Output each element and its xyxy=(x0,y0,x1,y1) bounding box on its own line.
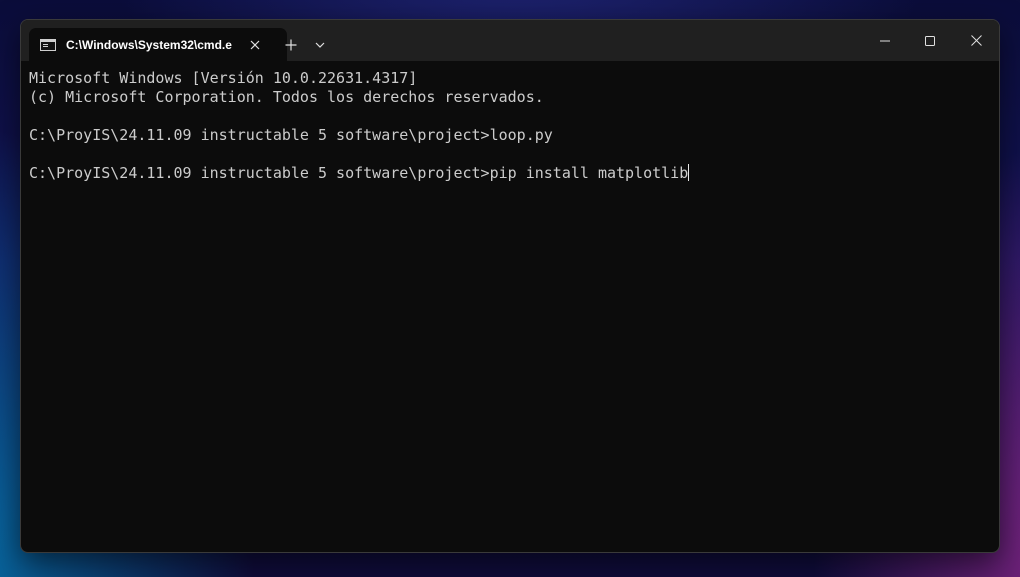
new-tab-button[interactable] xyxy=(279,28,303,61)
close-button[interactable] xyxy=(953,20,999,61)
text-cursor xyxy=(688,164,690,181)
close-icon xyxy=(970,35,982,46)
tab-dropdown-button[interactable] xyxy=(309,28,331,61)
console-output[interactable]: Microsoft Windows [Versión 10.0.22631.43… xyxy=(21,61,999,552)
plus-icon xyxy=(285,39,297,50)
console-line: (c) Microsoft Corporation. Todos los der… xyxy=(29,88,544,106)
command-prompt-icon xyxy=(40,38,56,51)
command-text: C:\ProyIS\24.11.09 instructable 5 softwa… xyxy=(29,164,689,182)
console-line: C:\ProyIS\24.11.09 instructable 5 softwa… xyxy=(29,126,553,144)
minimize-button[interactable] xyxy=(862,20,908,61)
maximize-button[interactable] xyxy=(907,20,953,61)
title-bar[interactable]: C:\Windows\System32\cmd.e xyxy=(21,20,999,61)
console-line: Microsoft Windows [Versión 10.0.22631.43… xyxy=(29,69,418,87)
command-input-line[interactable]: C:\ProyIS\24.11.09 instructable 5 softwa… xyxy=(29,164,999,183)
tab-title: C:\Windows\System32\cmd.e xyxy=(66,37,232,52)
close-icon xyxy=(250,40,260,49)
minimize-icon xyxy=(880,40,890,41)
tab-cmd[interactable]: C:\Windows\System32\cmd.e xyxy=(29,28,287,61)
chevron-down-icon xyxy=(315,42,325,48)
terminal-window: C:\Windows\System32\cmd.e Microsoft Wind… xyxy=(20,19,1000,553)
tab-close-button[interactable] xyxy=(241,28,269,61)
maximize-icon xyxy=(925,35,935,46)
